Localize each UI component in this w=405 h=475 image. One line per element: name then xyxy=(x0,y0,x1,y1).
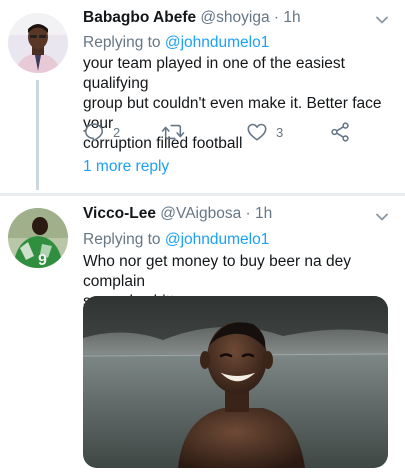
author-name[interactable]: Babagbo Abefe xyxy=(83,9,196,26)
replying-to: Replying to @johndumelo1 xyxy=(83,230,269,250)
tweet-card[interactable]: 9 Vicco-Lee @VAigbosa · 1h Replying to @… xyxy=(0,196,405,475)
tweet-actions: 2 3 xyxy=(83,120,383,144)
like-count: 3 xyxy=(276,124,284,140)
timestamp[interactable]: 1h xyxy=(283,9,300,26)
author-handle[interactable]: @shoyiga xyxy=(200,9,269,26)
author-name[interactable]: Vicco-Lee xyxy=(83,205,156,222)
tweet-text-line: your team played in one of the easiest q… xyxy=(83,55,345,92)
mention-link[interactable]: @johndumelo1 xyxy=(165,34,270,51)
separator-dot: · xyxy=(273,9,280,26)
reply-count: 2 xyxy=(113,124,121,140)
replying-to: Replying to @johndumelo1 xyxy=(83,33,269,53)
like-button[interactable]: 3 xyxy=(246,120,283,144)
chevron-down-icon[interactable] xyxy=(374,209,390,225)
author-handle[interactable]: @VAigbosa xyxy=(160,205,241,222)
timestamp[interactable]: 1h xyxy=(255,205,272,222)
share-icon xyxy=(329,121,351,143)
share-button[interactable] xyxy=(329,120,351,144)
more-replies-link[interactable]: 1 more reply xyxy=(83,158,169,176)
reply-button[interactable]: 2 xyxy=(83,120,120,144)
chevron-down-icon[interactable] xyxy=(374,12,390,28)
like-icon xyxy=(246,121,268,143)
separator-dot: · xyxy=(245,205,251,222)
tweet-text-line: Who nor get money to buy beer na dey com… xyxy=(83,253,351,290)
retweet-icon xyxy=(161,121,185,143)
tweet-card[interactable]: Babagbo Abefe @shoyiga · 1h Replying to … xyxy=(0,0,405,193)
replying-prefix: Replying to xyxy=(83,34,161,51)
tweet-photo[interactable] xyxy=(83,296,388,468)
reply-icon xyxy=(83,121,105,143)
avatar[interactable] xyxy=(8,13,68,73)
avatar[interactable]: 9 xyxy=(8,208,68,268)
replying-prefix: Replying to xyxy=(83,231,161,248)
tweet-header: Vicco-Lee @VAigbosa · 1h xyxy=(83,204,272,224)
mention-link[interactable]: @johndumelo1 xyxy=(165,231,270,248)
retweet-button[interactable] xyxy=(161,120,185,144)
tweet-header: Babagbo Abefe @shoyiga · 1h xyxy=(83,8,301,28)
thread-line xyxy=(36,80,39,190)
jersey-number: 9 xyxy=(38,252,47,268)
